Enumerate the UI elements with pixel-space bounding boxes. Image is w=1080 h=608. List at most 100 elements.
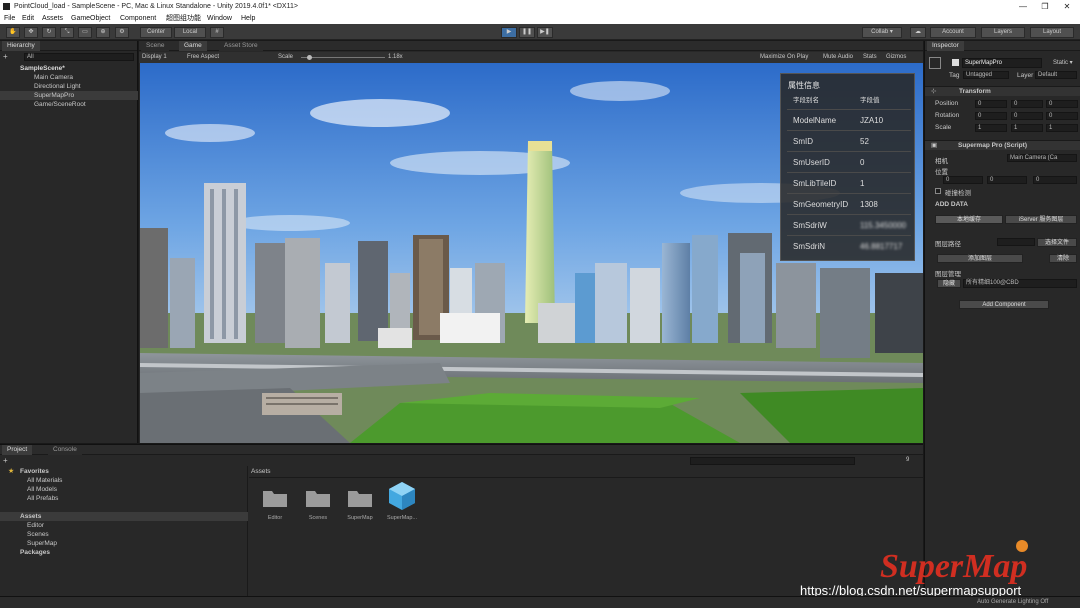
asset-item-editor[interactable]: Editor [255, 487, 295, 521]
asset-item-supermap-prefab[interactable]: SuperMap... [382, 482, 422, 521]
scale-z-field[interactable]: 1 [1046, 124, 1078, 132]
layer-name-field[interactable]: 所有精细100@CBD [963, 279, 1077, 288]
menu-window[interactable]: Window [207, 13, 232, 24]
display-dropdown[interactable]: Display 1 [142, 52, 167, 63]
fav-all-models[interactable]: All Models [27, 486, 57, 493]
packages-label[interactable]: Packages [20, 549, 50, 556]
menu-edit[interactable]: Edit [22, 13, 34, 24]
tab-project[interactable]: Project [2, 445, 33, 455]
scale-x-field[interactable]: 1 [975, 124, 1007, 132]
script-pos-y-field[interactable]: 0 [987, 176, 1027, 184]
rotation-z-field[interactable]: 0 [1046, 112, 1078, 120]
lighting-status: Auto Generate Lighting Off [977, 599, 1049, 605]
fav-all-prefabs[interactable]: All Prefabs [27, 495, 58, 502]
scale-slider[interactable] [301, 57, 385, 58]
maximize-button[interactable]: ❐ [1034, 0, 1056, 13]
hierarchy-item-camera[interactable]: Main Camera [0, 73, 138, 82]
layers-dropdown[interactable]: Layers [981, 27, 1025, 38]
static-dropdown[interactable]: Static ▾ [1053, 59, 1073, 66]
pivot-local-button[interactable]: Local [174, 27, 206, 38]
transform-tool-icon[interactable]: ⊕ [96, 27, 110, 38]
custom-tool-icon[interactable]: ⚙ [115, 27, 129, 38]
menu-gameobject[interactable]: GameObject [71, 13, 110, 24]
tag-dropdown[interactable]: Untagged [963, 71, 1009, 79]
add-component-button[interactable]: Add Component [959, 300, 1049, 309]
menu-assets[interactable]: Assets [42, 13, 63, 24]
script-pos-x-field[interactable]: 0 [943, 176, 983, 184]
hierarchy-search-input[interactable]: All [24, 53, 134, 61]
pivot-center-button[interactable]: Center [140, 27, 172, 38]
script-pos-z-field[interactable]: 0 [1033, 176, 1077, 184]
tab-inspector[interactable]: Inspector [927, 41, 964, 51]
maximize-on-play-toggle[interactable]: Maximize On Play [760, 52, 808, 63]
step-button[interactable]: ▶❚ [537, 27, 553, 38]
hierarchy-item-light[interactable]: Directional Light [0, 82, 138, 91]
clear-button[interactable]: 清除 [1049, 254, 1077, 263]
asset-supermap-folder[interactable]: SuperMap [27, 540, 57, 547]
account-dropdown[interactable]: Account [930, 27, 976, 38]
object-name-field[interactable]: SuperMapPro [962, 58, 1042, 68]
rotation-y-field[interactable]: 0 [1011, 112, 1043, 120]
grid-snap-icon[interactable]: # [210, 27, 224, 38]
local-cache-button[interactable]: 本地缓存 [935, 215, 1003, 224]
menu-component[interactable]: Component [120, 13, 156, 24]
assets-label[interactable]: Assets [20, 513, 41, 520]
tab-scene[interactable]: Scene [141, 41, 170, 51]
hierarchy-item-supermappro[interactable]: SuperMapPro [0, 91, 138, 100]
position-x-field[interactable]: 0 [975, 100, 1007, 108]
hide-layer-button[interactable]: 隐藏 [937, 279, 961, 288]
breadcrumb-assets[interactable]: Assets [251, 468, 271, 475]
tab-hierarchy[interactable]: Hierarchy [2, 41, 40, 51]
hierarchy-item-sceneroot[interactable]: Game/SceneRoot [0, 100, 138, 109]
choose-file-button[interactable]: 选择文件 [1037, 238, 1077, 247]
rotate-tool-icon[interactable]: ↻ [42, 27, 56, 38]
camera-object-field[interactable]: Main Camera (Ca [1007, 154, 1077, 162]
minimize-button[interactable]: — [1012, 0, 1034, 13]
position-label: Position [935, 100, 959, 107]
asset-item-scenes[interactable]: Scenes [298, 487, 338, 521]
position-z-field[interactable]: 0 [1046, 100, 1078, 108]
asset-scenes-folder[interactable]: Scenes [27, 531, 49, 538]
project-search-input[interactable] [690, 457, 855, 465]
asset-item-supermap[interactable]: SuperMap [340, 487, 380, 521]
scale-tool-icon[interactable]: ⤡ [60, 27, 74, 38]
add-layer-button[interactable]: 添加图层 [937, 254, 1023, 263]
cloud-icon[interactable]: ☁ [910, 27, 926, 38]
close-button[interactable]: ✕ [1056, 0, 1078, 13]
active-checkbox[interactable] [952, 59, 959, 66]
stats-toggle[interactable]: Stats [863, 52, 877, 63]
move-tool-icon[interactable]: ✥ [24, 27, 38, 38]
rect-tool-icon[interactable]: ▭ [78, 27, 92, 38]
menu-supermap[interactable]: 超图组功能 [166, 13, 201, 24]
tab-game[interactable]: Game [179, 41, 207, 51]
layout-dropdown[interactable]: Layout [1030, 27, 1074, 38]
rotation-x-field[interactable]: 0 [975, 112, 1007, 120]
project-add-icon[interactable]: + [3, 456, 8, 465]
scale-y-field[interactable]: 1 [1011, 124, 1043, 132]
add-icon[interactable]: + [3, 52, 13, 61]
mute-audio-toggle[interactable]: Mute Audio [823, 52, 853, 63]
play-button[interactable]: ▶ [501, 27, 517, 38]
menu-file[interactable]: File [4, 13, 15, 24]
hierarchy-item-scene[interactable]: SampleScene* [0, 64, 138, 73]
hand-tool-icon[interactable]: ✋ [6, 27, 20, 38]
position-y-field[interactable]: 0 [1011, 100, 1043, 108]
layer-path-input[interactable] [997, 238, 1035, 246]
iserver-layer-button[interactable]: iServer 服务图层 [1005, 215, 1077, 224]
collision-checkbox[interactable] [935, 188, 941, 194]
tab-asset-store[interactable]: Asset Store [219, 41, 263, 51]
field-alias-header: 字段别名 [793, 97, 819, 104]
layer-dropdown[interactable]: Default [1035, 71, 1077, 79]
menu-help[interactable]: Help [241, 13, 255, 24]
gizmos-dropdown[interactable]: Gizmos [886, 52, 906, 63]
collab-button[interactable]: Collab ▾ [862, 27, 902, 38]
favorites-label[interactable]: Favorites [20, 468, 49, 475]
aspect-dropdown[interactable]: Free Aspect [187, 52, 219, 63]
tab-console[interactable]: Console [48, 445, 82, 455]
transform-header[interactable]: ⊹ Transform [925, 86, 1080, 96]
asset-editor-folder[interactable]: Editor [27, 522, 44, 529]
fav-all-materials[interactable]: All Materials [27, 477, 62, 484]
script-component-header[interactable]: ▣ Supermap Pro (Script) [925, 140, 1080, 150]
scale-slider-thumb[interactable] [307, 55, 312, 60]
pause-button[interactable]: ❚❚ [519, 27, 535, 38]
